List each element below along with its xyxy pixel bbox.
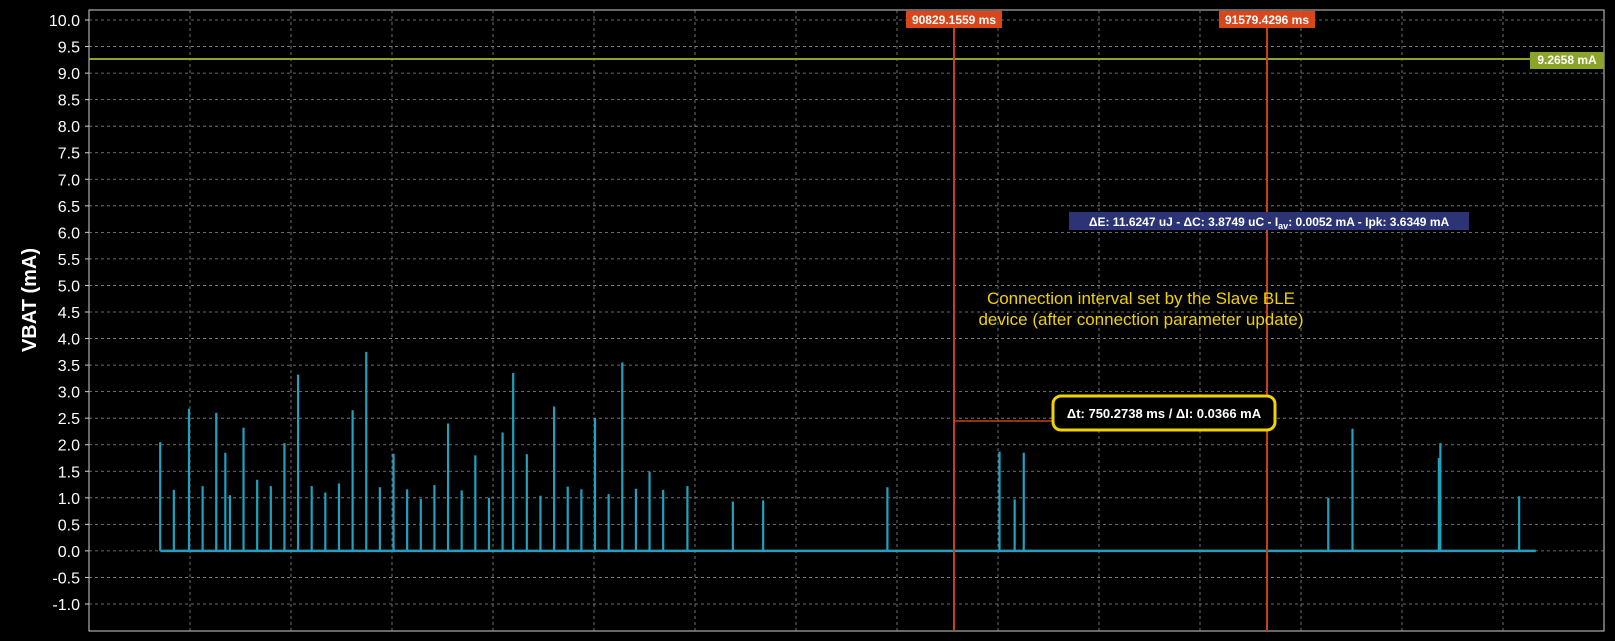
cursor-1-label: 90829.1559 ms	[912, 13, 996, 27]
y-tick-label: 9.0	[58, 66, 80, 83]
y-tick-label: 7.0	[58, 172, 80, 189]
y-tick-label: -1.0	[52, 597, 80, 614]
stats-text: ΔE: 11.6247 uJ - ΔC: 3.8749 uC - Iav: 0.…	[1089, 215, 1450, 231]
y-tick-label: 10.0	[49, 13, 80, 30]
y-tick-label: 7.5	[58, 146, 80, 163]
cursor-2-label: 91579.4296 ms	[1225, 13, 1309, 27]
y-tick-label: 0.0	[58, 544, 80, 561]
current-chart: 10.0 9.5 9.0 8.5 8.0 7.5 7.0 6.5 6.0 5.5 5.0 4.5 4.0…	[0, 0, 1615, 641]
y-tick-label: 6.5	[58, 199, 80, 216]
delta-text: Δt: 750.2738 ms / ΔI: 0.0366 mA	[1067, 406, 1262, 421]
y-tick-label: 9.5	[58, 40, 80, 57]
y-tick-label: 2.0	[58, 438, 80, 455]
y-tick-label: 8.0	[58, 119, 80, 136]
y-tick-label: 5.0	[58, 278, 80, 295]
y-axis-label: VBAT (mA)	[19, 248, 41, 352]
plot-area[interactable]	[88, 9, 1605, 632]
y-tick-label: 4.0	[58, 332, 80, 349]
y-tick-label: 5.5	[58, 252, 80, 269]
y-tick-label: 0.5	[58, 517, 80, 534]
y-tick-label: 1.0	[58, 491, 80, 508]
level-marker-value: 9.2658 mA	[1537, 53, 1597, 67]
y-tick-label: 4.5	[58, 305, 80, 322]
y-tick-label: 3.0	[58, 385, 80, 402]
y-tick-label: 2.5	[58, 411, 80, 428]
y-tick-label: 1.5	[58, 464, 80, 481]
annotation-note-line-2: device (after connection parameter updat…	[978, 310, 1303, 329]
y-tick-label: -0.5	[52, 570, 80, 587]
y-tick-label: 6.0	[58, 225, 80, 242]
y-tick-label: 3.5	[58, 358, 80, 375]
y-tick-label: 8.5	[58, 93, 80, 110]
annotation-note-line-1: Connection interval set by the Slave BLE	[987, 289, 1295, 308]
